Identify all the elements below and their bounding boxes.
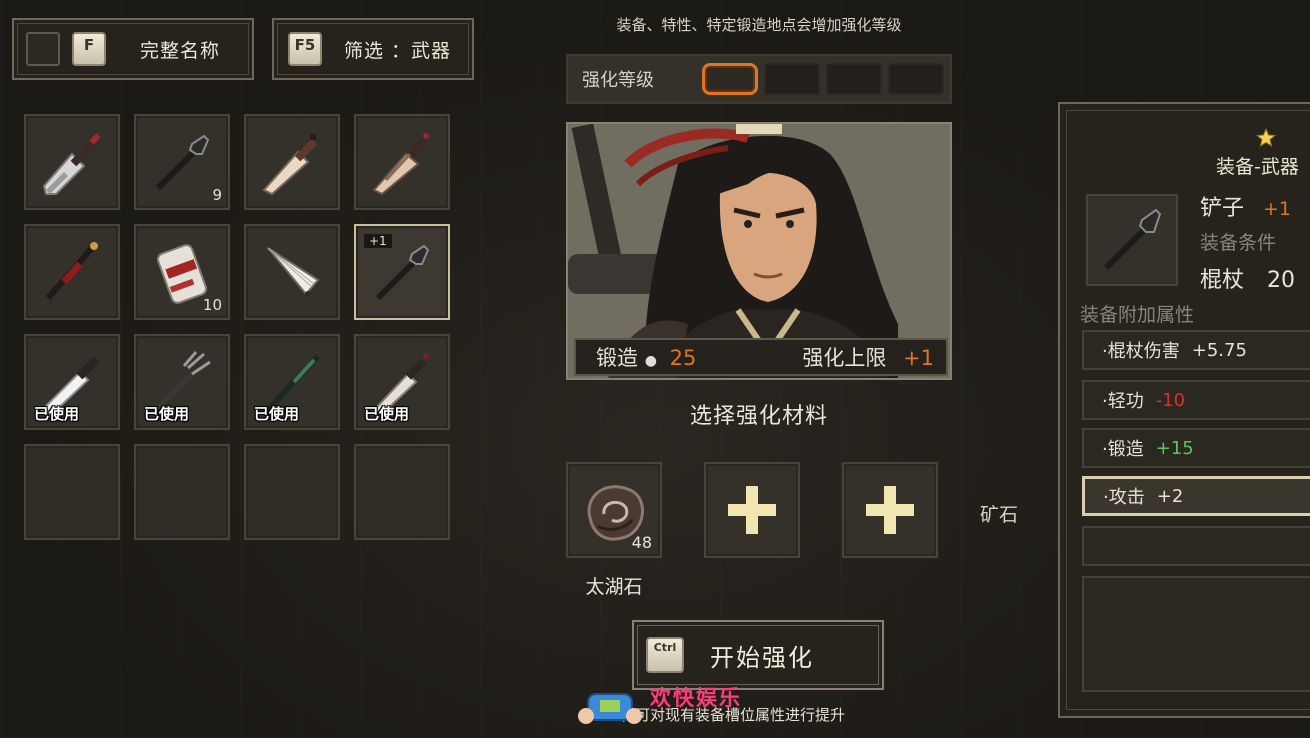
requirement-value: 棍杖 20 xyxy=(1200,262,1295,294)
attribute-value: +5.75 xyxy=(1191,339,1247,361)
material-slot-add[interactable] xyxy=(704,462,800,558)
forge-stats-strip: 锻造 ● 25 强化上限 +1 xyxy=(574,338,948,376)
attribute-label: ·棍杖伤害 xyxy=(1102,341,1180,362)
enhance-cap-value: +1 xyxy=(903,346,934,370)
item-name-plus: +1 xyxy=(1263,198,1292,220)
crimson-rod-icon xyxy=(45,242,98,300)
item-description-box xyxy=(1082,576,1310,692)
plus-icon xyxy=(728,486,776,534)
attribute-row-selected[interactable]: ·攻击 +2 xyxy=(1082,476,1310,516)
attribute-value: +2 xyxy=(1156,485,1184,507)
material-count: 48 xyxy=(631,533,652,552)
enhance-cap-label: 强化上限 xyxy=(802,346,887,370)
checkbox-blank[interactable] xyxy=(26,32,60,66)
enhance-level-label: 强化等级 xyxy=(582,70,654,91)
attribute-label: ·锻造 xyxy=(1102,439,1144,460)
ore-category-label: 矿石 xyxy=(980,504,1019,526)
inventory-slot[interactable]: 10 xyxy=(134,224,230,320)
used-label: 已使用 xyxy=(364,405,410,423)
item-detail-icon xyxy=(1086,194,1178,286)
gamepad-hands-icon xyxy=(578,693,642,724)
attribute-value: -10 xyxy=(1155,389,1186,411)
inventory-slot-empty[interactable] xyxy=(24,444,120,540)
upgrade-badge: +1 xyxy=(364,234,392,248)
start-enhance-label: 开始强化 xyxy=(710,643,814,672)
inventory-slot-empty[interactable] xyxy=(244,444,340,540)
attribute-row[interactable]: ·轻功 -10 xyxy=(1082,380,1310,420)
start-enhance-button[interactable]: Ctrl 开始强化 xyxy=(632,620,884,690)
enhance-cap: 强化上限 +1 xyxy=(802,342,934,372)
forge-stat: 锻造 ● 25 xyxy=(596,342,696,372)
fan-icon xyxy=(267,247,320,297)
cleaver-icon xyxy=(42,133,101,195)
inventory-slot[interactable]: 9 xyxy=(134,114,230,210)
level-pip xyxy=(888,63,944,95)
attribute-row-empty[interactable] xyxy=(1082,526,1310,566)
key-ctrl-icon: Ctrl xyxy=(646,637,684,673)
item-count: 9 xyxy=(212,186,222,204)
material-name: 太湖石 xyxy=(585,576,643,598)
level-pip xyxy=(764,63,820,95)
level-pip xyxy=(826,63,882,95)
item-name: 铲子 +1 xyxy=(1200,190,1291,222)
filter-label: 筛选 ：武器 xyxy=(344,39,452,62)
key-f-icon: F xyxy=(72,32,106,66)
inventory-slot[interactable]: 已使用 xyxy=(354,334,450,430)
inventory-slot[interactable] xyxy=(354,114,450,210)
forge-value: 25 xyxy=(669,346,697,370)
attribute-label: ·攻击 xyxy=(1103,487,1145,508)
requirement-stat: 棍杖 xyxy=(1200,268,1245,293)
forge-label: 锻造 xyxy=(596,346,638,370)
used-label: 已使用 xyxy=(254,405,300,423)
inventory-slot[interactable] xyxy=(24,114,120,210)
inventory-slot-empty[interactable] xyxy=(134,444,230,540)
inventory-slot[interactable]: 已使用 xyxy=(134,334,230,430)
hammer-icon: ● xyxy=(644,353,657,369)
bonus-attributes-label: 装备附加属性 xyxy=(1080,304,1195,326)
attribute-row[interactable]: ·锻造 +15 xyxy=(1082,428,1310,468)
material-slot-add[interactable] xyxy=(842,462,938,558)
filter-bar[interactable]: F5 筛选 ：武器 xyxy=(272,18,474,80)
inventory-slot[interactable] xyxy=(244,224,340,320)
used-label: 已使用 xyxy=(144,405,190,423)
inventory-slot[interactable]: 已使用 xyxy=(24,334,120,430)
inventory-slot-empty[interactable] xyxy=(354,444,450,540)
key-f5-icon: F5 xyxy=(288,32,322,66)
item-type-label: 装备-武器 xyxy=(1216,156,1299,178)
item-count: 10 xyxy=(202,296,222,314)
enhance-level-bar: 强化等级 xyxy=(566,54,952,104)
name-toggle-bar[interactable]: F 完整名称 xyxy=(12,18,254,80)
shovel-icon xyxy=(1103,208,1162,271)
attribute-row[interactable]: ·棍杖伤害 +5.75 xyxy=(1082,330,1310,370)
attribute-value: +15 xyxy=(1155,437,1194,459)
plus-icon xyxy=(866,486,914,534)
full-name-label: 完整名称 xyxy=(140,39,221,62)
item-name-text: 铲子 xyxy=(1200,196,1245,221)
watermark-text: 欢快娱乐 xyxy=(650,686,742,710)
requirement-label: 装备条件 xyxy=(1200,232,1277,254)
shovel-icon xyxy=(155,134,210,191)
inventory-slot-selected[interactable]: +1 xyxy=(354,224,450,320)
select-material-title: 选择强化材料 xyxy=(689,404,828,429)
used-label: 已使用 xyxy=(34,405,80,423)
inventory-slot[interactable] xyxy=(244,114,340,210)
forge-hint: 装备、特性、特定锻造地点会增加强化等级 xyxy=(616,16,902,34)
star-icon xyxy=(1256,128,1276,148)
requirement-number: 20 xyxy=(1267,268,1296,293)
wrapped-blade-icon xyxy=(372,133,429,196)
level-pip-active xyxy=(702,63,758,95)
attribute-label: ·轻功 xyxy=(1102,391,1144,412)
material-slot-1[interactable]: 48 xyxy=(566,462,662,558)
watermark-logo: 欢快娱乐 xyxy=(578,678,740,738)
dagger-icon xyxy=(262,134,318,196)
inventory-slot[interactable] xyxy=(24,224,120,320)
inventory-slot[interactable]: 已使用 xyxy=(244,334,340,430)
